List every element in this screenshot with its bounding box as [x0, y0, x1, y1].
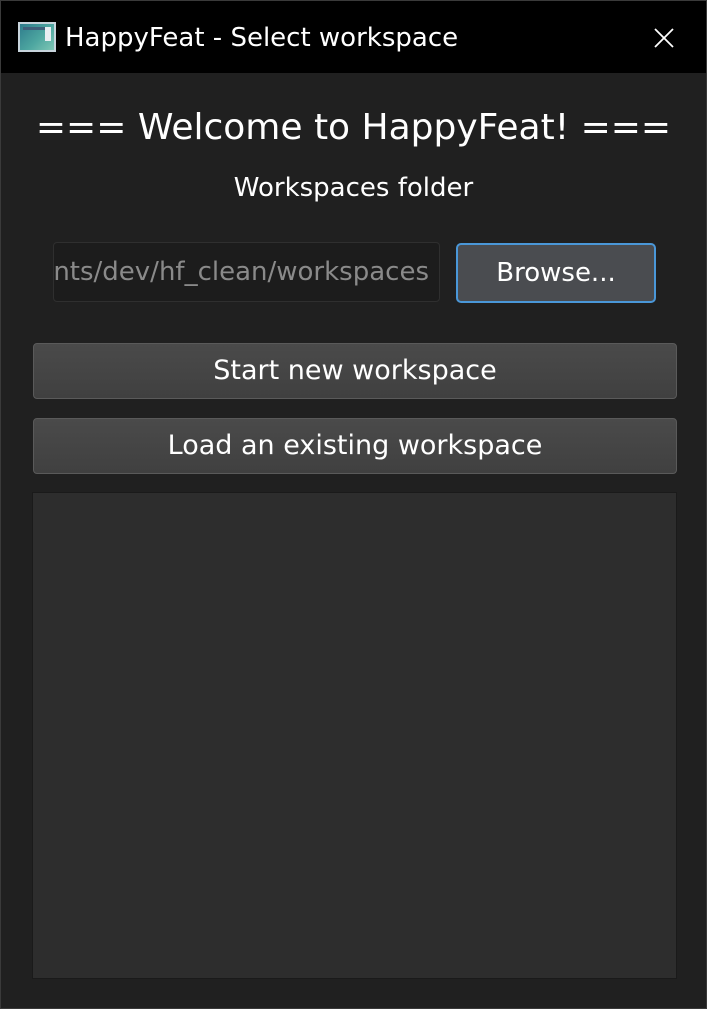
workspaces-folder-label: Workspaces folder: [233, 173, 474, 203]
load-existing-workspace-button[interactable]: Load an existing workspace: [33, 418, 677, 474]
browse-button[interactable]: Browse...: [456, 243, 656, 303]
workspaces-path-field[interactable]: nts/dev/hf_clean/workspaces: [53, 242, 440, 302]
welcome-heading: === Welcome to HappyFeat! ===: [35, 107, 672, 148]
start-new-workspace-button[interactable]: Start new workspace: [33, 343, 677, 399]
window-title: HappyFeat - Select workspace: [65, 23, 459, 53]
workspaces-path-value: nts/dev/hf_clean/workspaces: [53, 257, 429, 287]
workspace-list[interactable]: [32, 492, 677, 979]
workspace-dialog: HappyFeat - Select workspace === Welcome…: [0, 0, 707, 1009]
app-icon: [18, 22, 56, 52]
close-button[interactable]: [641, 15, 687, 61]
close-icon: [654, 28, 674, 48]
title-bar[interactable]: HappyFeat - Select workspace: [1, 1, 706, 73]
